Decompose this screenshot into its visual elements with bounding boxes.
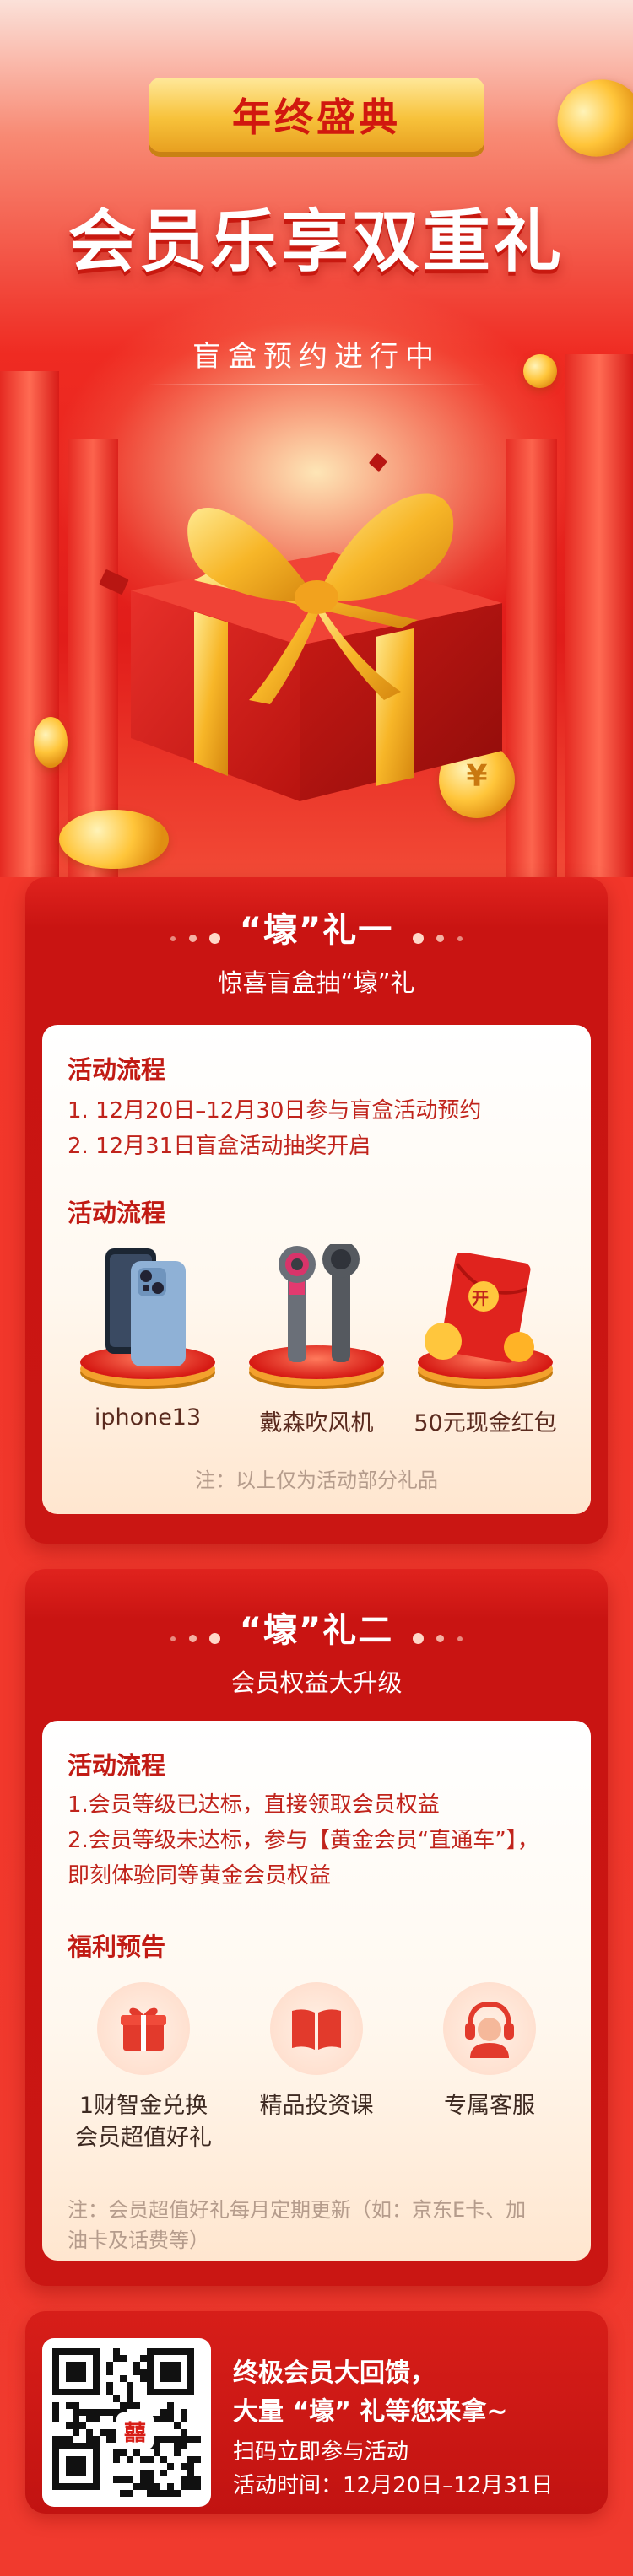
coin-icon: [523, 354, 557, 388]
gift-one-note: 注：以上仅为活动部分礼品: [195, 1469, 438, 1492]
badge-text: 年终盛典: [232, 94, 401, 140]
process-heading: 活动流程: [68, 1751, 166, 1780]
prizes-heading: 活动流程: [68, 1199, 166, 1227]
cta-line1: 终极会员大回馈，: [233, 2358, 436, 2388]
prize-label: iphone13: [94, 1404, 202, 1431]
coin-icon: [546, 67, 633, 169]
process-step: 即刻体验同等黄金会员权益: [68, 1863, 332, 1889]
phone-icon: [106, 1248, 186, 1366]
process-heading: 活动流程: [68, 1055, 166, 1084]
decor-dots: [413, 1630, 463, 1646]
benefit-label-line: 会员超值好礼: [75, 2125, 212, 2151]
decor-pillar: [506, 439, 557, 877]
process-step: 2. 12月31日盲盒活动抽奖开启: [68, 1134, 371, 1159]
coin-icon: [59, 810, 169, 869]
gift-one-title: “壕”礼一: [239, 911, 394, 950]
decor-dots: [170, 930, 220, 946]
decor-pillar: [0, 371, 59, 877]
decor-dots: [170, 1630, 220, 1646]
gift-icon: [121, 2007, 166, 2051]
gift-two-card: “壕”礼二 会员权益大升级 活动流程 1.会员等级已达标，直接领取会员权益 2.…: [25, 1569, 608, 2286]
gift-two-panel: 活动流程 1.会员等级已达标，直接领取会员权益 2.会员等级未达标，参与【黄金会…: [42, 1721, 591, 2261]
decor-dots: [413, 930, 463, 946]
prize-item: iphone13: [72, 1244, 224, 1438]
gift-two-title-row: “壕”礼二: [25, 1603, 608, 1652]
benefit-circle: [270, 1982, 363, 2075]
prize-item: 戴森吹风机: [241, 1244, 392, 1438]
subtitle-underline: [148, 384, 485, 385]
benefit-circle: [443, 1982, 536, 2075]
gift-two-subtitle: 会员权益大升级: [230, 1668, 403, 1697]
benefits-heading: 福利预告: [68, 1932, 166, 1961]
hair-dryer-icon: [279, 1244, 360, 1362]
benefit-circle: [97, 1982, 190, 2075]
benefit-label-line: 1财智金兑换: [78, 2093, 208, 2119]
gift-one-title-row: “壕”礼一: [25, 903, 608, 951]
benefit-item: 精品投资课: [232, 1982, 401, 2122]
prize-item: 开 50元现金红包: [409, 1244, 561, 1438]
gift-one-panel: 活动流程 1. 12月20日–12月30日参与盲盒活动预约 2. 12月31日盲…: [42, 1025, 591, 1514]
red-envelope-icon: [425, 1253, 534, 1363]
benefit-label: 1财智金兑换 会员超值好礼: [59, 2090, 228, 2154]
process-step: 1. 12月20日–12月30日参与盲盒活动预约: [68, 1098, 482, 1124]
gift-one-card: “壕”礼一 惊喜盲盒抽“壕”礼 活动流程 1. 12月20日–12月30日参与盲…: [25, 877, 608, 1544]
book-icon: [292, 2009, 341, 2050]
cta-line2: 大量 “壕” 礼等您来拿~: [233, 2397, 508, 2427]
gift-one-subtitle: 惊喜盲盒抽“壕”礼: [218, 968, 415, 997]
decor-pillar: [565, 354, 633, 877]
benefit-label-line: 专属客服: [444, 2093, 535, 2119]
gift-two-title: “壕”礼二: [239, 1611, 394, 1650]
benefit-item: 1财智金兑换 会员超值好礼: [59, 1982, 228, 2154]
gift-box-icon: [131, 493, 502, 801]
gift-two-note: 注：会员超值好礼每月定期更新（如：京东E卡、加: [68, 2198, 527, 2222]
process-step: 1.会员等级已达标，直接领取会员权益: [68, 1792, 440, 1818]
benefit-label-line: 精品投资课: [259, 2093, 374, 2119]
cta-line4: 活动时间：12月20日–12月31日: [233, 2473, 554, 2498]
benefit-label: 精品投资课: [232, 2090, 401, 2122]
headset-icon: [465, 2001, 514, 2058]
badge-ribbon: 年终盛典: [149, 78, 484, 152]
qr-code[interactable]: 囍: [42, 2338, 211, 2507]
prize-label: 戴森吹风机: [259, 1410, 374, 1436]
benefit-label: 专属客服: [405, 2090, 574, 2122]
process-step: 2.会员等级未达标，参与【黄金会员“直通车”】，: [68, 1828, 539, 1853]
bottom-cta-card: 囍 终极会员大回馈， 大量 “壕” 礼等您来拿~ 扫码立即参与活动 活动时间：1…: [25, 2311, 608, 2514]
cta-line3: 扫码立即参与活动: [233, 2439, 409, 2465]
benefit-item: 专属客服: [405, 1982, 574, 2122]
qr-center-logo: 囍: [123, 2420, 146, 2446]
hero-banner: 年终盛典 会员乐享双重礼 盲盒预约进行中 ¥: [0, 0, 633, 877]
gift-two-note: 油卡及话费等）: [68, 2228, 209, 2252]
coin-icon: [34, 717, 68, 768]
envelope-glyph: 开: [472, 1288, 489, 1308]
prize-label: 50元现金红包: [414, 1410, 557, 1436]
page-title: 会员乐享双重礼: [68, 202, 565, 281]
